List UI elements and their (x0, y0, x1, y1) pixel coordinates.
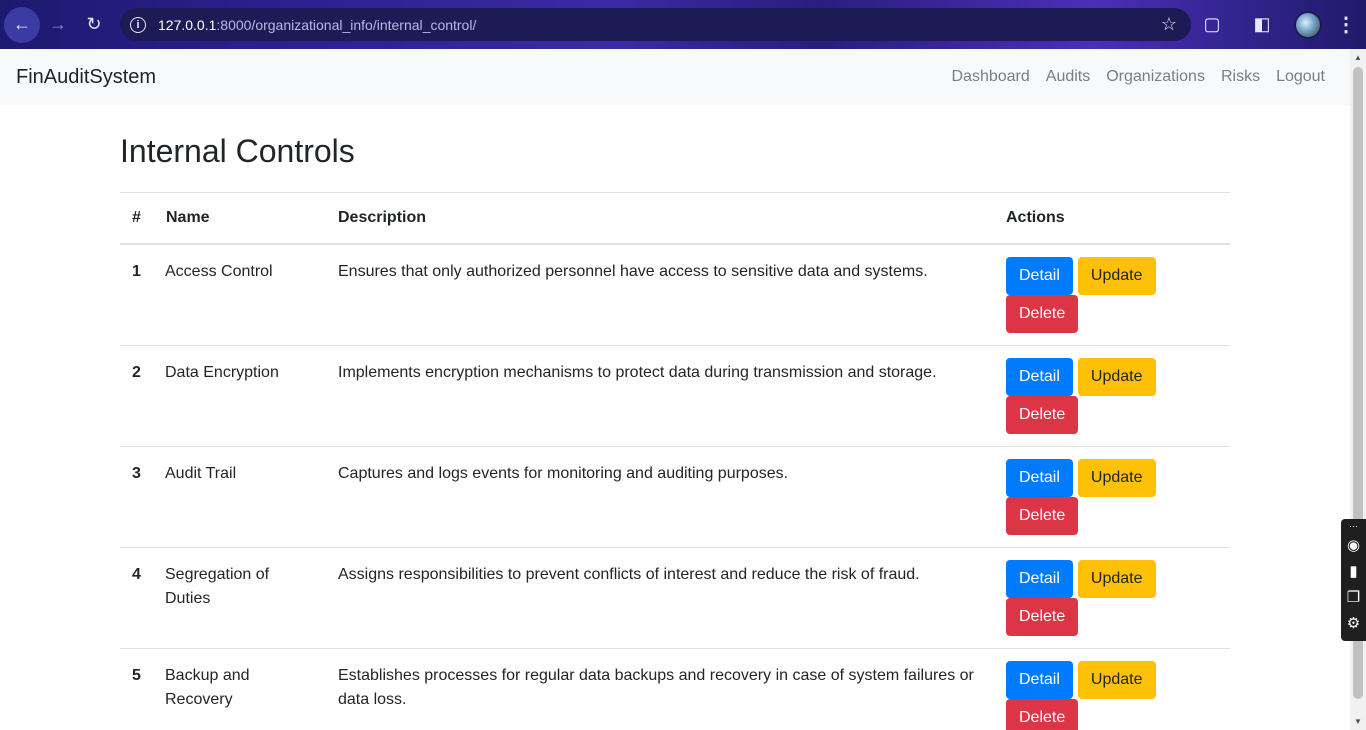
forward-arrow-icon[interactable]: → (40, 7, 76, 43)
row-actions: Detail Update Delete (994, 446, 1230, 548)
row-name: Segregation of Duties (154, 547, 326, 649)
nav-link-organizations[interactable]: Organizations (1106, 68, 1205, 86)
nav-links: Dashboard Audits Organizations Risks Log… (935, 49, 1325, 105)
delete-button[interactable]: Delete (1006, 598, 1079, 636)
detail-button[interactable]: Detail (1006, 459, 1073, 497)
update-button[interactable]: Update (1077, 257, 1156, 295)
site-info-icon[interactable]: i (130, 16, 146, 33)
video-icon[interactable]: ▮ (1349, 559, 1357, 585)
row-name: Audit Trail (154, 446, 326, 548)
row-actions: Detail Update Delete (994, 345, 1230, 447)
column-header-number: # (120, 192, 154, 245)
row-actions-bottom: Delete (1006, 295, 1218, 333)
row-actions-top: Detail Update (1006, 459, 1218, 497)
update-button[interactable]: Update (1077, 459, 1156, 497)
row-description: Establishes processes for regular data b… (326, 648, 994, 730)
row-description: Implements encryption mechanisms to prot… (326, 345, 994, 447)
page-title: Internal Controls (120, 133, 355, 169)
delete-button[interactable]: Delete (1006, 497, 1079, 535)
column-header-actions: Actions (994, 192, 1230, 245)
row-actions-bottom: Delete (1006, 497, 1218, 535)
delete-button[interactable]: Delete (1006, 699, 1079, 730)
toolbar-more-icon[interactable]: ⋯ (1349, 519, 1358, 533)
row-actions-bottom: Delete (1006, 699, 1218, 730)
profile-avatar[interactable] (1294, 10, 1322, 39)
floating-capture-toolbar: ⋯ ◉ ▮ ❐ ⚙ (1341, 519, 1366, 641)
row-actions-bottom: Delete (1006, 598, 1218, 636)
internal-controls-table: # Name Description Actions 1 Access Contr… (120, 192, 1230, 730)
row-actions: Detail Update Delete (994, 648, 1230, 730)
row-actions-top: Detail Update (1006, 358, 1218, 396)
row-actions: Detail Update Delete (994, 243, 1230, 346)
row-name: Data Encryption (154, 345, 326, 447)
browser-menu-icon[interactable]: ⋮ (1336, 12, 1356, 37)
main-content: Internal Controls # Name Description Act… (120, 105, 1230, 730)
row-number: 5 (120, 648, 154, 730)
row-actions-top: Detail Update (1006, 560, 1218, 598)
nav-link-logout[interactable]: Logout (1276, 68, 1325, 86)
row-actions: Detail Update Delete (994, 547, 1230, 649)
nav-link-audits[interactable]: Audits (1046, 68, 1090, 86)
row-name: Access Control (154, 243, 326, 346)
address-bar[interactable]: i 127.0.0.1:8000/organizational_info/int… (120, 8, 1191, 41)
side-panel-icon[interactable]: ◧ (1244, 7, 1280, 43)
table-row: 3 Audit Trail Captures and logs events for… (120, 446, 1230, 548)
table-row: 1 Access Control Ensures that only authori… (120, 243, 1230, 346)
delete-button[interactable]: Delete (1006, 396, 1079, 434)
row-number: 2 (120, 345, 154, 447)
nav-link-risks[interactable]: Risks (1221, 68, 1260, 86)
row-number: 1 (120, 243, 154, 346)
row-number: 4 (120, 547, 154, 649)
row-actions-bottom: Delete (1006, 396, 1218, 434)
browser-toolbar: ← → ↻ i 127.0.0.1:8000/organizational_in… (0, 0, 1366, 49)
url-text[interactable]: 127.0.0.1:8000/organizational_info/inter… (158, 17, 476, 33)
detail-button[interactable]: Detail (1006, 560, 1073, 598)
nav-link-dashboard[interactable]: Dashboard (951, 68, 1029, 86)
extensions-puzzle-icon[interactable]: ▢ (1194, 7, 1230, 43)
bookmark-star-icon[interactable]: ☆ (1161, 14, 1177, 35)
detail-button[interactable]: Detail (1006, 358, 1073, 396)
table-row: 2 Data Encryption Implements encryption me… (120, 345, 1230, 447)
update-button[interactable]: Update (1077, 560, 1156, 598)
delete-button[interactable]: Delete (1006, 295, 1079, 333)
reload-icon[interactable]: ↻ (76, 7, 112, 43)
row-description: Captures and logs events for monitoring … (326, 446, 994, 548)
detail-button[interactable]: Detail (1006, 661, 1073, 699)
brand-link[interactable]: FinAuditSystem (16, 66, 156, 89)
row-description: Assigns responsibilities to prevent conf… (326, 547, 994, 649)
scroll-up-arrow-icon[interactable]: ▲ (1354, 53, 1362, 62)
update-button[interactable]: Update (1077, 358, 1156, 396)
window-icon[interactable]: ❐ (1347, 585, 1360, 611)
row-actions-top: Detail Update (1006, 257, 1218, 295)
row-name: Backup and Recovery (154, 648, 326, 730)
row-number: 3 (120, 446, 154, 548)
table-row: 5 Backup and Recovery Establishes processe… (120, 648, 1230, 730)
table-row: 4 Segregation of Duties Assigns responsibi… (120, 547, 1230, 649)
column-header-name: Name (154, 192, 326, 245)
camera-icon[interactable]: ◉ (1347, 533, 1360, 559)
update-button[interactable]: Update (1077, 661, 1156, 699)
column-header-description: Description (326, 192, 994, 245)
row-actions-top: Detail Update (1006, 661, 1218, 699)
row-description: Ensures that only authorized personnel h… (326, 243, 994, 346)
settings-gear-icon[interactable]: ⚙ (1347, 611, 1360, 637)
back-arrow-icon[interactable]: ← (4, 6, 40, 43)
navbar: FinAuditSystem Dashboard Audits Organiza… (0, 49, 1350, 105)
scroll-down-arrow-icon[interactable]: ▼ (1354, 717, 1362, 726)
table-header-row: # Name Description Actions (120, 192, 1230, 245)
detail-button[interactable]: Detail (1006, 257, 1073, 295)
